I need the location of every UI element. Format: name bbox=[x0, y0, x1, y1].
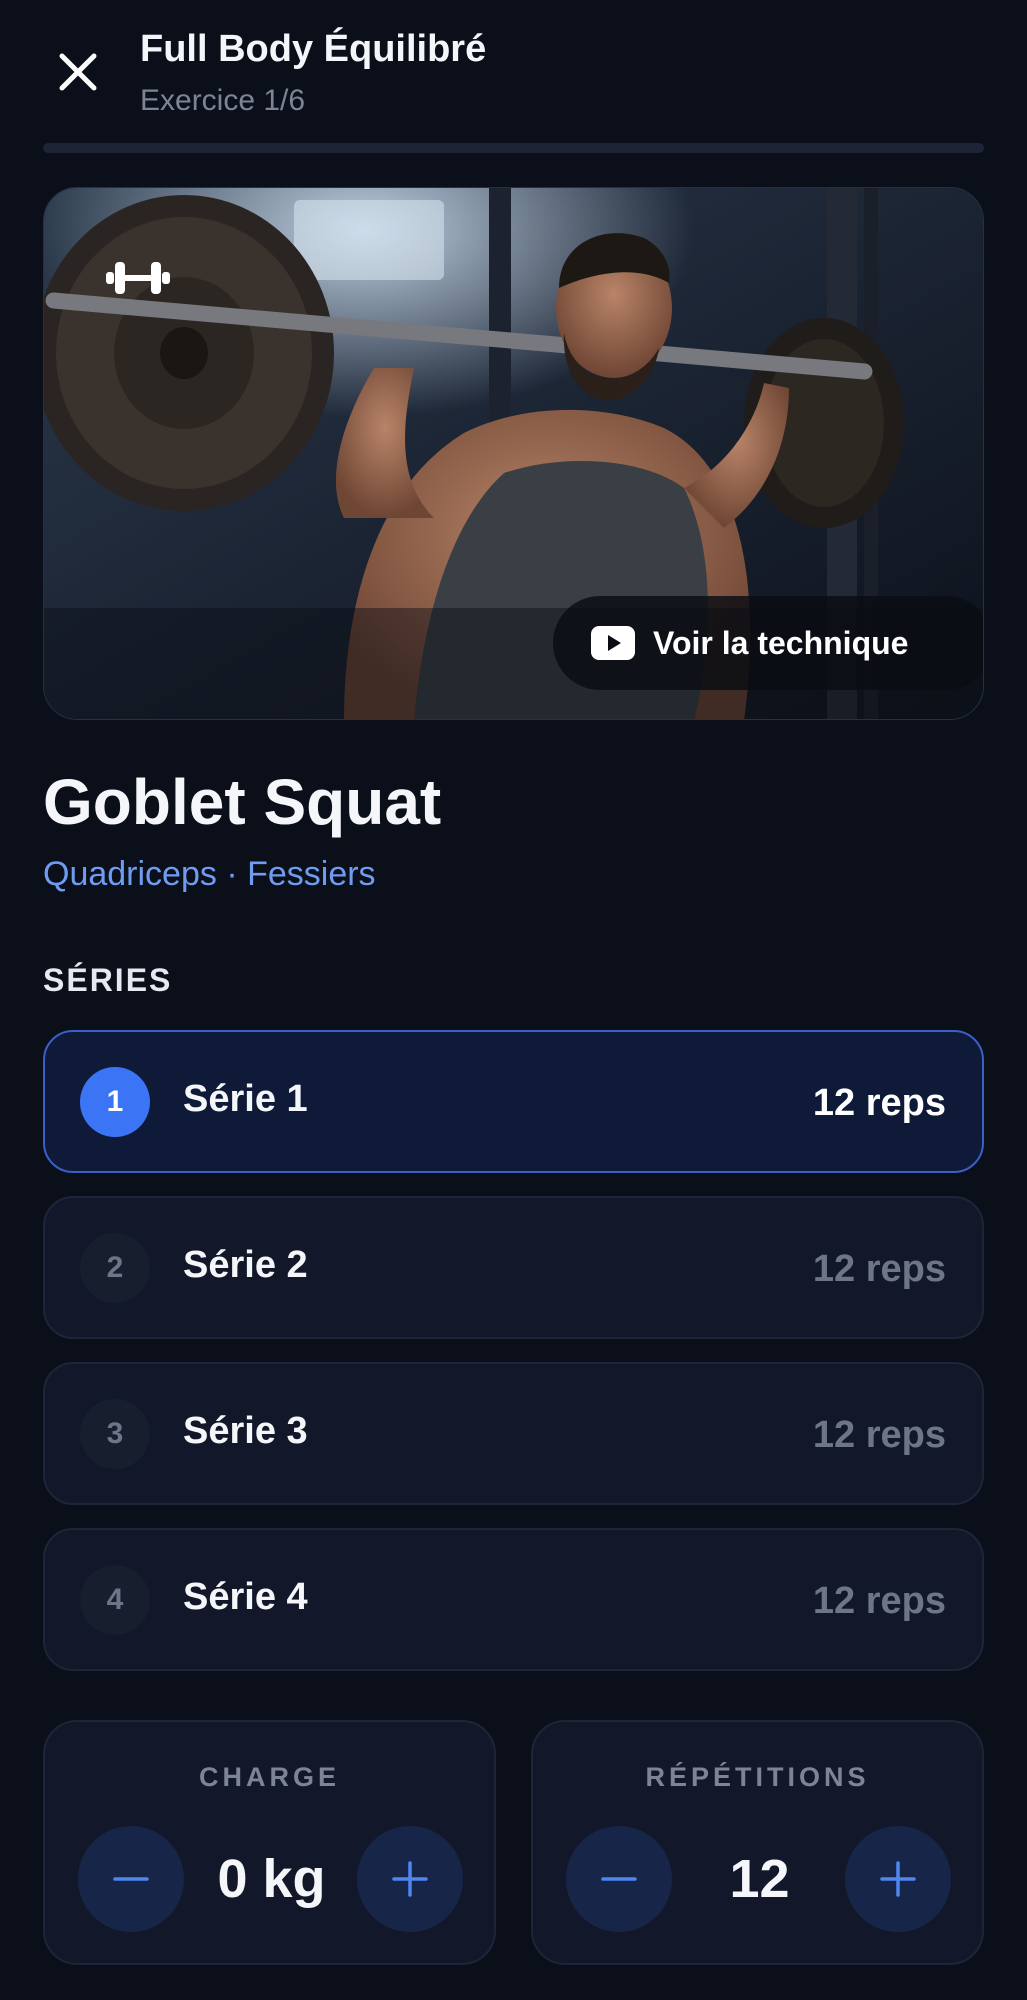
repetitions-value: 12 bbox=[729, 1849, 790, 1909]
set-reps: 12 reps bbox=[812, 1580, 946, 1622]
repetitions-label: RÉPÉTITIONS bbox=[645, 1762, 870, 1792]
set-number-badge: 3 bbox=[80, 1399, 150, 1469]
exercise-name: Goblet Squat bbox=[43, 766, 442, 838]
close-icon bbox=[59, 53, 97, 91]
repetitions-increase-button[interactable] bbox=[845, 1826, 951, 1932]
plus-icon bbox=[880, 1861, 916, 1897]
set-reps: 12 reps bbox=[812, 1082, 946, 1124]
set-row[interactable]: 2 Série 2 12 reps bbox=[43, 1196, 984, 1339]
top-bar: Full Body Équilibré Exercice 1/6 bbox=[0, 0, 1027, 140]
set-name: Série 1 bbox=[183, 1078, 308, 1120]
charge-label: CHARGE bbox=[198, 1762, 340, 1792]
set-name: Série 2 bbox=[183, 1244, 308, 1286]
charge-control: CHARGE 0 kg bbox=[43, 1720, 496, 1965]
minus-icon bbox=[601, 1877, 637, 1881]
workout-title: Full Body Équilibré bbox=[140, 28, 487, 70]
repetitions-control: RÉPÉTITIONS 12 bbox=[531, 1720, 984, 1965]
plus-icon bbox=[392, 1861, 428, 1897]
close-button[interactable] bbox=[50, 44, 106, 100]
youtube-play-icon bbox=[591, 626, 635, 660]
set-row[interactable]: 4 Série 4 12 reps bbox=[43, 1528, 984, 1671]
set-reps: 12 reps bbox=[812, 1414, 946, 1456]
set-name: Série 4 bbox=[183, 1576, 308, 1618]
minus-icon bbox=[113, 1877, 149, 1881]
set-row[interactable]: 3 Série 3 12 reps bbox=[43, 1362, 984, 1505]
set-number-badge: 4 bbox=[80, 1565, 150, 1635]
set-row[interactable]: 1 Série 1 12 reps bbox=[43, 1030, 984, 1173]
set-number-badge: 2 bbox=[80, 1233, 150, 1303]
exercise-counter: Exercice 1/6 bbox=[140, 84, 306, 117]
series-section-label: SÉRIES bbox=[43, 962, 173, 998]
set-number-badge: 1 bbox=[80, 1067, 150, 1137]
set-name: Série 3 bbox=[183, 1410, 308, 1452]
charge-increase-button[interactable] bbox=[357, 1826, 463, 1932]
watch-technique-button[interactable]: Voir la technique bbox=[553, 596, 983, 690]
exercise-media[interactable]: Voir la technique bbox=[43, 187, 984, 720]
charge-value: 0 kg bbox=[217, 1849, 326, 1909]
set-reps: 12 reps bbox=[812, 1248, 946, 1290]
workout-progress-bar bbox=[43, 143, 984, 153]
watch-technique-label: Voir la technique bbox=[653, 624, 909, 661]
dumbbell-icon bbox=[106, 256, 170, 300]
target-muscles: Quadriceps · Fessiers bbox=[43, 855, 376, 893]
